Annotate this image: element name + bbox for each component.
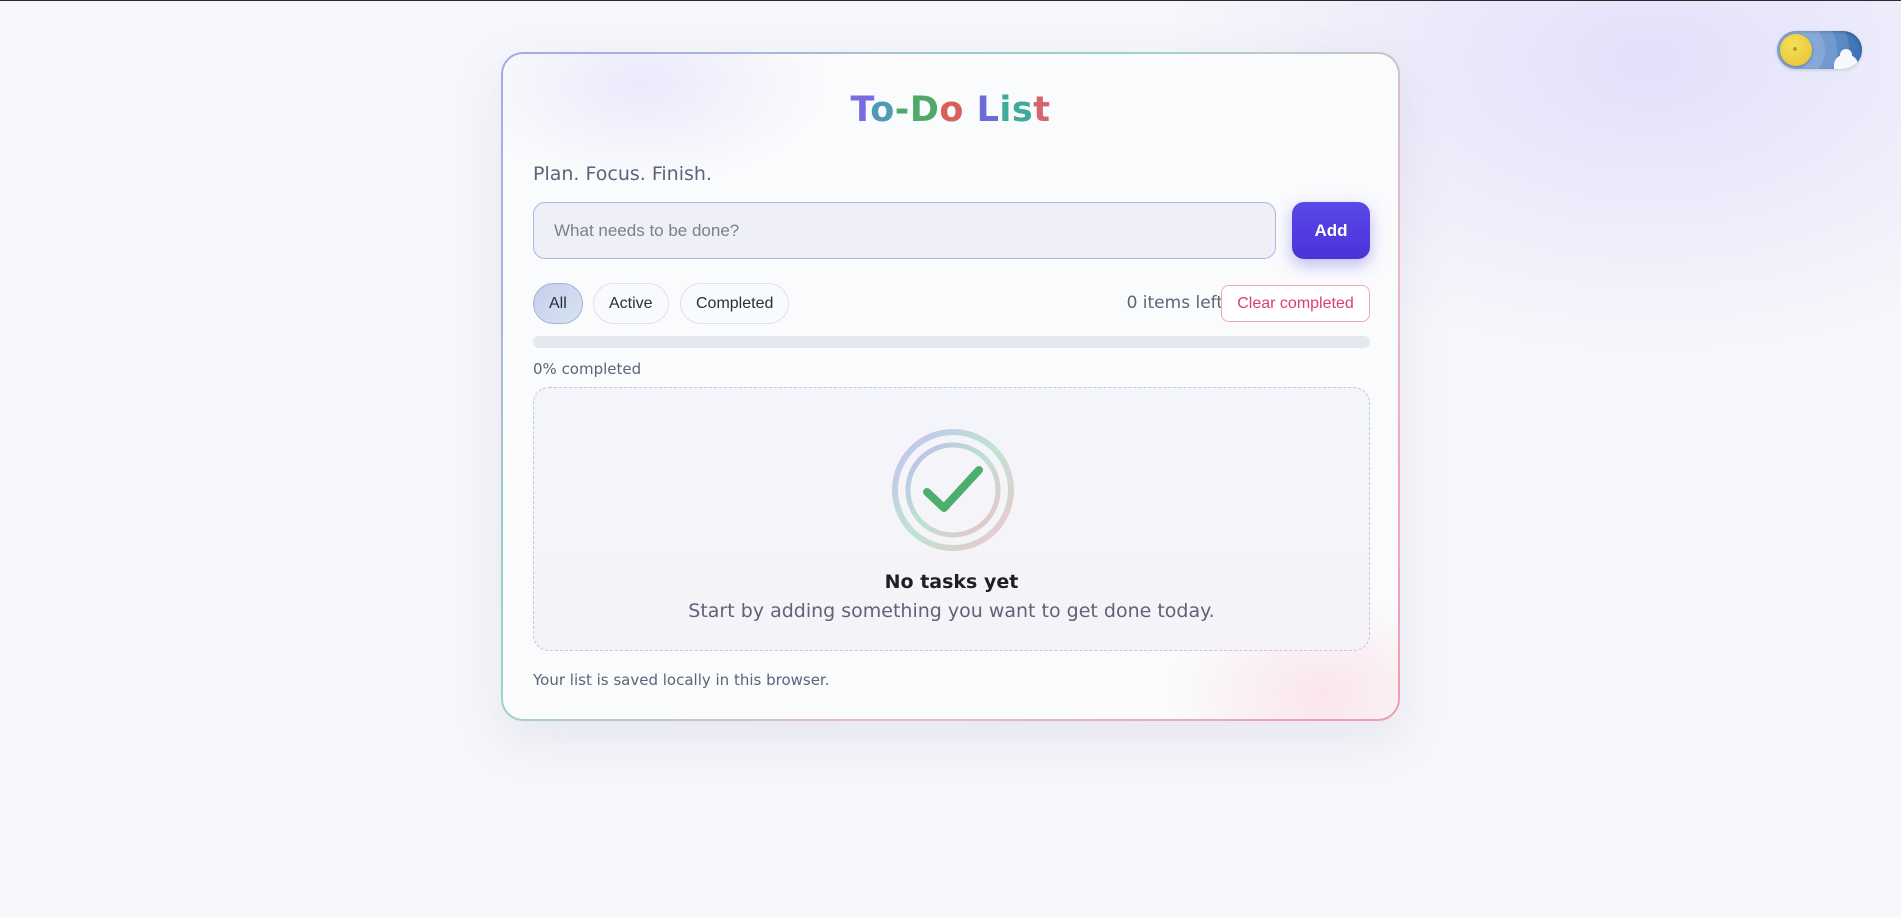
- progress-bar: [533, 336, 1370, 348]
- filter-all-button[interactable]: All: [533, 283, 583, 324]
- tagline: Plan. Focus. Finish.: [533, 163, 712, 185]
- todo-card: To-Do List Plan. Focus. Finish. Add All …: [501, 52, 1400, 721]
- theme-toggle[interactable]: [1777, 31, 1862, 69]
- cloud-icon: [1834, 49, 1858, 69]
- filter-active-button[interactable]: Active: [593, 283, 669, 324]
- progress-label: 0% completed: [533, 360, 642, 378]
- storage-note: Your list is saved locally in this brows…: [533, 671, 830, 689]
- sun-icon: [1780, 34, 1812, 66]
- empty-state-subtitle: Start by adding something you want to ge…: [688, 600, 1215, 622]
- clear-completed-button[interactable]: Clear completed: [1221, 285, 1370, 322]
- new-task-input[interactable]: [533, 202, 1276, 259]
- add-task-button[interactable]: Add: [1292, 202, 1370, 259]
- check-circle-icon: [892, 429, 1014, 551]
- empty-state-title: No tasks yet: [884, 571, 1019, 593]
- items-left-count: 0 items left: [1126, 293, 1223, 313]
- empty-state: No tasks yet Start by adding something y…: [533, 387, 1370, 651]
- page-title: To-Do List: [850, 90, 1051, 130]
- filter-completed-button[interactable]: Completed: [680, 283, 790, 324]
